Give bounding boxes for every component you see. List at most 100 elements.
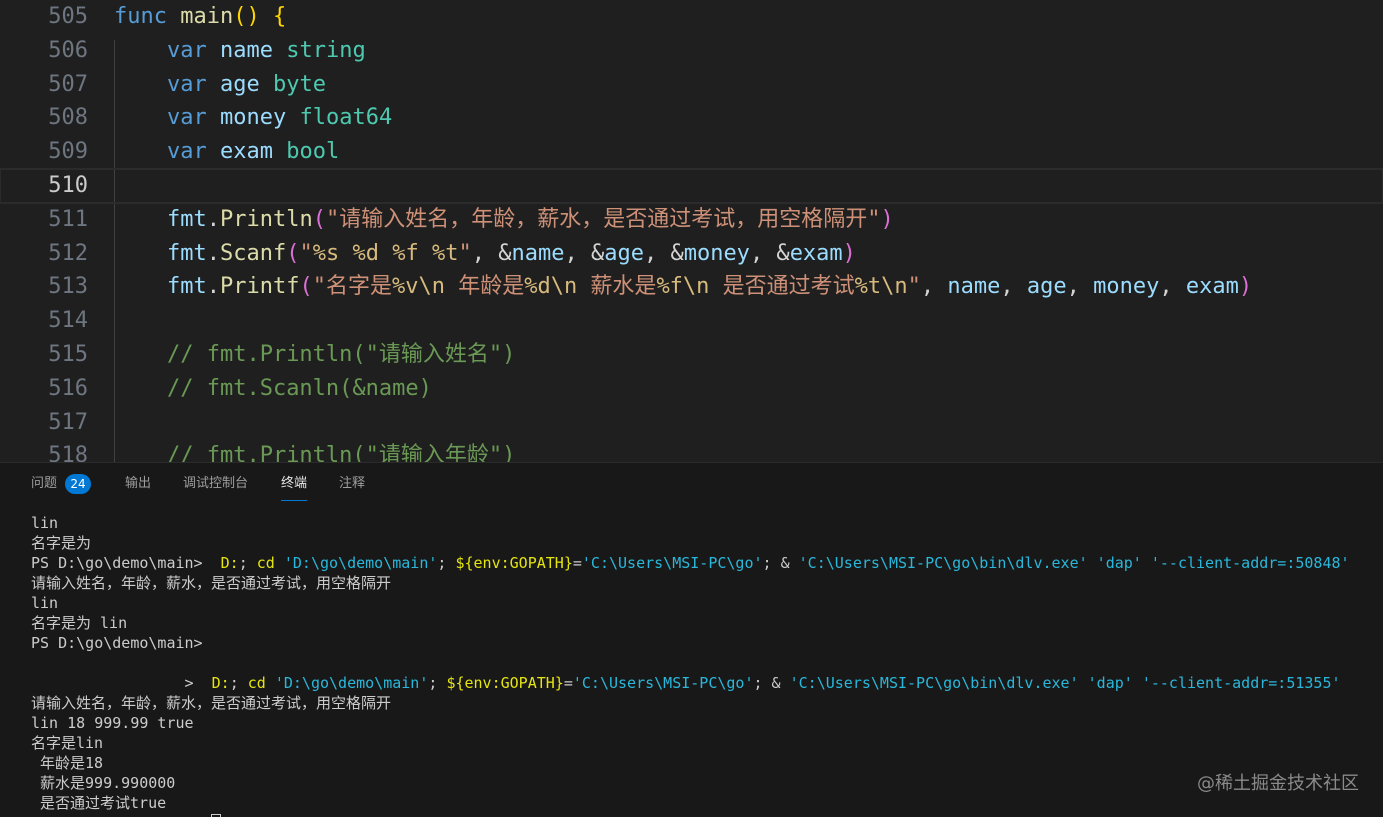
code-token — [419, 241, 432, 266]
line-number: 512 — [0, 237, 88, 271]
tab-output[interactable]: 输出 — [125, 473, 151, 495]
code-token: Scanf — [220, 241, 286, 266]
code-token: %t — [432, 241, 459, 266]
code-token: func — [114, 4, 167, 29]
terminal-text: 'D:\go\demo\main' — [284, 554, 438, 572]
code-token — [114, 207, 167, 232]
code-token: , — [1067, 274, 1094, 299]
code-token: () — [233, 4, 260, 29]
code-token — [167, 4, 180, 29]
line-number: 509 — [0, 135, 88, 169]
code-token — [339, 241, 352, 266]
terminal-text: ${env:GOPATH} — [455, 554, 572, 572]
code-token: , — [1000, 274, 1027, 299]
terminal-text: 名字是lin — [31, 734, 103, 752]
terminal-text: cd — [257, 554, 275, 572]
tab-terminal-label: 终端 — [281, 476, 307, 491]
tab-terminal[interactable]: 终端 — [281, 473, 307, 495]
code-line[interactable]: 506 var name string — [0, 34, 1383, 68]
line-number: 515 — [0, 338, 88, 372]
code-text: var name string — [114, 34, 366, 68]
code-token: string — [286, 38, 365, 63]
code-token: bool — [286, 139, 339, 164]
code-token: // fmt.Println("请输入年龄") — [167, 443, 515, 462]
line-number: 507 — [0, 68, 88, 102]
code-token: fmt — [167, 274, 207, 299]
code-token — [379, 241, 392, 266]
code-token: var — [167, 139, 207, 164]
code-token: %v\n — [392, 274, 445, 299]
panel-tabs: 问题24 输出 调试控制台 终端 注释 — [0, 463, 1383, 503]
code-token: age — [604, 241, 644, 266]
code-token: %s — [313, 241, 340, 266]
terminal-line: lin 18 999.99 true — [31, 713, 1371, 733]
code-token: , — [921, 274, 948, 299]
problems-count-badge: 24 — [65, 474, 91, 494]
terminal-text: D: — [221, 554, 239, 572]
line-number: 510 — [0, 169, 88, 203]
code-token: // fmt.Println("请输入姓名") — [167, 342, 515, 367]
code-line[interactable]: 516 // fmt.Scanln(&name) — [0, 372, 1383, 406]
code-token: "名字是 — [313, 274, 392, 299]
code-editor[interactable]: 505func main() {506 var name string507 v… — [0, 0, 1383, 462]
code-lines[interactable]: 505func main() {506 var name string507 v… — [0, 0, 1383, 462]
code-line[interactable]: 517 — [0, 406, 1383, 440]
code-token: , & — [644, 241, 684, 266]
terminal-text: ; — [437, 554, 455, 572]
terminal-line: > D:; cd 'D:\go\demo\main'; ${env:GOPATH… — [31, 673, 1371, 693]
terminal-text: ; — [230, 674, 248, 692]
terminal-text — [275, 554, 284, 572]
terminal-prompt-line[interactable] — [31, 813, 1371, 817]
code-token — [207, 139, 220, 164]
code-token: %f — [392, 241, 419, 266]
code-line[interactable]: 512 fmt.Scanf("%s %d %f %t", &name, &age… — [0, 237, 1383, 271]
code-line[interactable]: 507 var age byte — [0, 68, 1383, 102]
code-token: float64 — [299, 105, 392, 130]
code-token: , & — [472, 241, 512, 266]
code-line[interactable]: 510 — [0, 169, 1383, 203]
terminal-text: 请输入姓名，年龄，薪水，是否通过考试，用空格隔开 — [31, 694, 391, 712]
terminal-text: 'C:\Users\MSI-PC\go' — [573, 674, 754, 692]
terminal-text: 'D:\go\demo\main' — [275, 674, 429, 692]
tab-debug-console[interactable]: 调试控制台 — [183, 473, 248, 495]
code-token: var — [167, 105, 207, 130]
code-line[interactable]: 509 var exam bool — [0, 135, 1383, 169]
code-text: var money float64 — [114, 101, 392, 135]
terminal-text: ; — [428, 674, 446, 692]
code-line[interactable]: 518 // fmt.Println("请输入年龄") — [0, 439, 1383, 462]
code-token: %d — [352, 241, 379, 266]
code-token — [114, 342, 167, 367]
line-number: 518 — [0, 439, 88, 462]
tab-comments[interactable]: 注释 — [339, 473, 365, 495]
code-token: name — [220, 38, 273, 63]
code-line[interactable]: 511 fmt.Println("请输入姓名，年龄，薪水，是否通过考试，用空格隔… — [0, 203, 1383, 237]
code-token: ( — [286, 241, 299, 266]
code-line[interactable]: 513 fmt.Printf("名字是%v\n 年龄是%d\n 薪水是%f\n … — [0, 270, 1383, 304]
code-token — [114, 105, 167, 130]
code-token: 年龄是 — [445, 274, 524, 299]
code-token: ) — [880, 207, 893, 232]
code-line[interactable]: 515 // fmt.Println("请输入姓名") — [0, 338, 1383, 372]
code-token: var — [167, 72, 207, 97]
code-token: money — [684, 241, 750, 266]
code-token — [114, 38, 167, 63]
code-token: Println — [220, 207, 313, 232]
terminal-output[interactable]: lin名字是为PS D:\go\demo\main> D:; cd 'D:\go… — [31, 513, 1371, 817]
tab-problems[interactable]: 问题24 — [31, 473, 91, 495]
code-token: , & — [750, 241, 790, 266]
code-text: var exam bool — [114, 135, 339, 169]
code-token: %d\n — [524, 274, 577, 299]
terminal-text: 'C:\Users\MSI-PC\go\bin\dlv.exe' — [790, 674, 1079, 692]
code-token: " — [908, 274, 921, 299]
code-token: . — [207, 274, 220, 299]
code-line[interactable]: 514 — [0, 304, 1383, 338]
line-number: 516 — [0, 372, 88, 406]
terminal-line: 薪水是999.990000 — [31, 773, 1371, 793]
code-text: fmt.Printf("名字是%v\n 年龄是%d\n 薪水是%f\n 是否通过… — [114, 270, 1252, 304]
code-line[interactable]: 505func main() { — [0, 0, 1383, 34]
terminal-text: = — [573, 554, 582, 572]
terminal-text: lin 18 999.99 true — [31, 714, 194, 732]
code-line[interactable]: 508 var money float64 — [0, 101, 1383, 135]
terminal-text: D: — [212, 674, 230, 692]
terminal-text: 是否通过考试true — [31, 794, 166, 812]
